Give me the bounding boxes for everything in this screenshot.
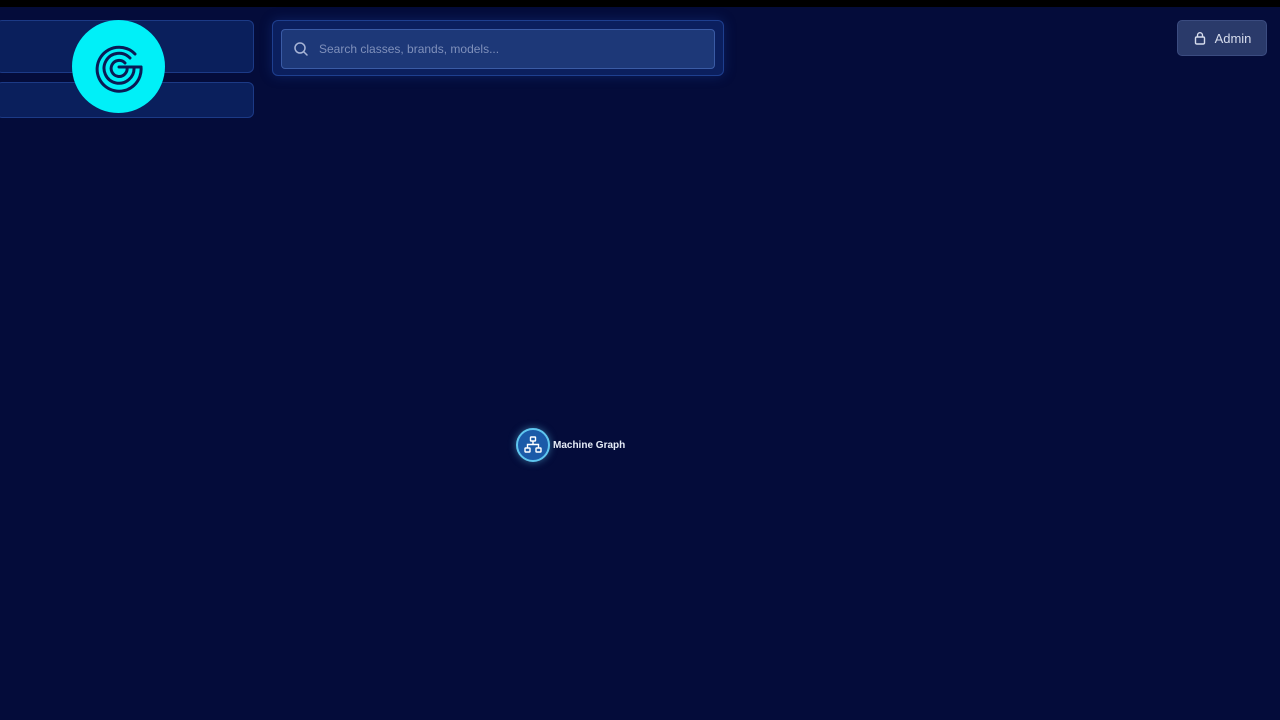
search-icon: [293, 41, 309, 57]
logo-mark-icon: [95, 45, 143, 93]
graph-node-label: Machine Graph: [553, 439, 626, 451]
app-logo[interactable]: [72, 20, 165, 113]
hierarchy-icon: [516, 428, 550, 462]
search-field[interactable]: [281, 29, 715, 69]
top-edge-bar: [0, 0, 1280, 7]
admin-button-label: Admin: [1214, 30, 1252, 46]
admin-button[interactable]: Admin: [1177, 20, 1267, 56]
lock-icon: [1193, 31, 1207, 45]
search-container: [272, 20, 724, 76]
graph-node-machine-graph[interactable]: Machine Graph: [516, 428, 625, 462]
search-input[interactable]: [319, 30, 714, 68]
